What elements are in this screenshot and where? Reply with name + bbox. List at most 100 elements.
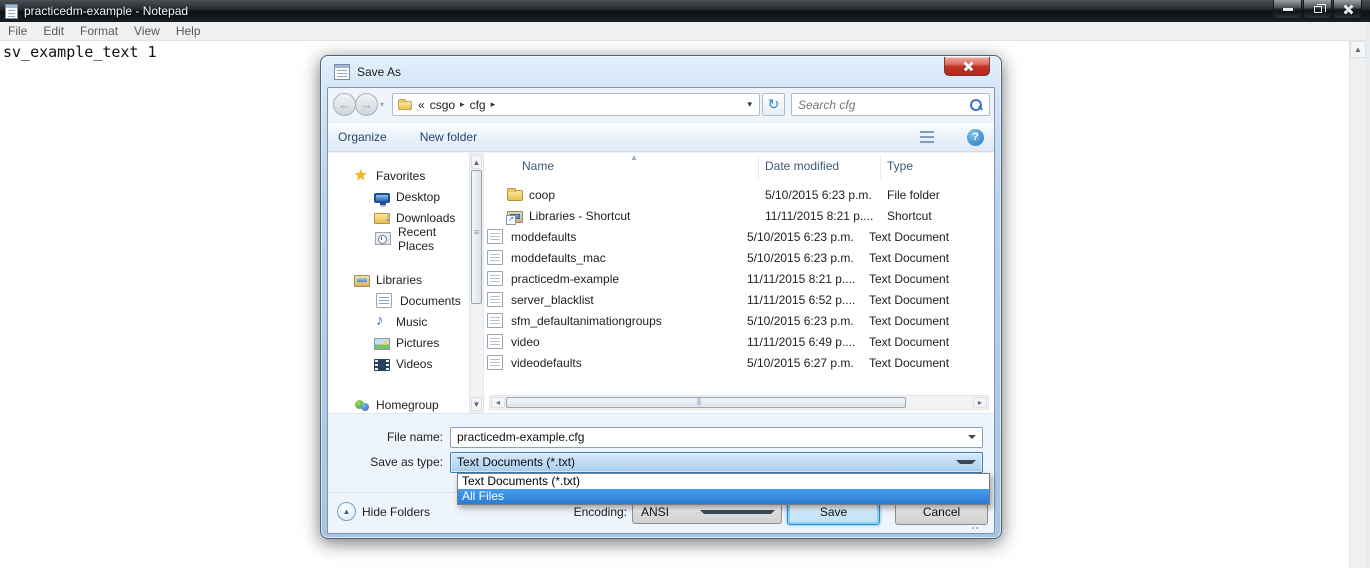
file-name: practicedm-example [511, 271, 620, 286]
search-box[interactable] [791, 93, 990, 116]
forward-button[interactable]: → [355, 93, 378, 116]
file-date: 5/10/2015 6:27 p.m. [747, 355, 854, 370]
file-date: 11/11/2015 8:21 p.... [747, 271, 856, 286]
notepad-vertical-scrollbar[interactable]: ▲ [1349, 41, 1366, 568]
breadcrumb-prefix[interactable]: « [418, 98, 425, 112]
sidebar-item[interactable]: Videos [328, 353, 468, 374]
file-date: 11/11/2015 8:21 p.... [765, 208, 874, 223]
scroll-down-icon[interactable]: ▼ [471, 397, 482, 411]
sidebar-item[interactable]: Desktop [328, 186, 468, 207]
search-input[interactable] [792, 97, 969, 112]
text-icon [487, 334, 503, 349]
notepad-menubar: File Edit Format View Help [0, 22, 1370, 41]
sidebar-item[interactable]: Documents [328, 290, 468, 311]
scroll-up-icon[interactable]: ▲ [471, 155, 482, 169]
table-row[interactable]: server_blacklist 11/11/2015 6:52 p.... T… [485, 289, 992, 310]
scroll-up-icon[interactable]: ▲ [1350, 41, 1366, 58]
menu-item[interactable]: File [0, 22, 35, 40]
minimize-button[interactable] [1273, 0, 1302, 19]
folder-icon [398, 99, 412, 111]
menu-item[interactable]: Format [72, 22, 126, 40]
refresh-button[interactable]: ↻ [762, 93, 785, 116]
pictures-icon [374, 337, 390, 350]
table-row[interactable]: sfm_defaultanimationgroups 5/10/2015 6:2… [485, 310, 992, 331]
table-row[interactable]: videodefaults 5/10/2015 6:27 p.m. Text D… [485, 352, 992, 373]
file-list: Name ▲ Date modified Type coop 5/10/2015… [485, 153, 992, 413]
table-row[interactable]: coop 5/10/2015 6:23 p.m. File folder [485, 184, 992, 205]
text-icon [487, 313, 503, 328]
file-name-input[interactable] [451, 430, 968, 444]
address-dropdown-icon[interactable]: ▾ [747, 99, 755, 110]
sidebar-item[interactable]: Pictures [328, 332, 468, 353]
file-name-combobox[interactable] [450, 426, 983, 448]
breadcrumb-item-csgo[interactable]: csgo [430, 98, 455, 112]
notepad-titlebar: practicedm-example - Notepad [0, 0, 1370, 22]
horizontal-scrollbar[interactable]: ◂ ▸ [489, 395, 989, 410]
chevron-down-icon[interactable] [968, 435, 976, 439]
scrollbar-thumb[interactable] [506, 397, 906, 408]
help-button[interactable]: ? [967, 128, 984, 146]
chevron-down-icon[interactable] [956, 460, 976, 464]
table-row[interactable]: moddefaults 5/10/2015 6:23 p.m. Text Doc… [485, 226, 992, 247]
documents-icon [376, 293, 392, 308]
menu-item[interactable]: View [126, 22, 168, 40]
restore-button[interactable] [1303, 0, 1332, 19]
table-row[interactable]: video 11/11/2015 6:49 p.... Text Documen… [485, 331, 992, 352]
table-row[interactable]: practicedm-example 11/11/2015 8:21 p....… [485, 268, 992, 289]
table-row[interactable]: moddefaults_mac 5/10/2015 6:23 p.m. Text… [485, 247, 992, 268]
scrollbar-thumb[interactable] [471, 170, 482, 304]
sidebar-item-label: Recent Places [398, 224, 437, 253]
dialog-close-button[interactable] [944, 57, 990, 76]
file-name: moddefaults_mac [511, 250, 606, 265]
back-button[interactable]: ← [333, 93, 356, 116]
column-header-date-modified[interactable]: Date modified [759, 155, 881, 179]
sidebar-item-label: Libraries [376, 272, 423, 287]
column-header-type[interactable]: Type [881, 155, 981, 179]
window-border [1366, 22, 1370, 568]
hide-folders-button[interactable]: ▲ Hide Folders [337, 502, 430, 521]
close-button[interactable] [1333, 0, 1362, 19]
encoding-label: Encoding: [573, 505, 627, 519]
organize-button[interactable]: Organize [328, 126, 410, 148]
breadcrumb-item-cfg[interactable]: cfg [470, 98, 486, 112]
views-icon [920, 131, 934, 143]
notepad-window-title: practicedm-example - Notepad [24, 4, 189, 18]
column-header-name[interactable]: Name ▲ [485, 153, 759, 179]
sidebar-scrollbar[interactable]: ▲ ▼ [469, 153, 484, 413]
sidebar-item[interactable]: Favorites [328, 165, 468, 186]
file-name: server_blacklist [511, 292, 594, 307]
dropdown-option[interactable]: Text Documents (*.txt) [458, 474, 989, 489]
scroll-right-icon[interactable]: ▸ [973, 397, 987, 408]
history-dropdown-icon[interactable]: ▾ [380, 100, 384, 109]
text-icon [487, 355, 503, 370]
folder-icon [507, 188, 523, 201]
sidebar-item[interactable]: Libraries [328, 269, 468, 290]
change-view-button[interactable] [910, 127, 957, 147]
chevron-right-icon[interactable]: ▸ [460, 99, 465, 110]
text-icon [487, 271, 503, 286]
minimize-icon [1282, 7, 1293, 11]
dialog-titlebar: Save As [334, 64, 401, 80]
scroll-left-icon[interactable]: ◂ [491, 397, 505, 408]
videos-icon [374, 358, 390, 371]
menu-item[interactable]: Help [168, 22, 209, 40]
chevron-right-icon[interactable]: ▸ [491, 99, 496, 110]
collapse-up-icon: ▲ [337, 502, 356, 521]
save-as-type-combobox[interactable]: Text Documents (*.txt) [450, 451, 983, 473]
new-folder-button[interactable]: New folder [410, 126, 487, 148]
table-row[interactable]: Libraries - Shortcut 11/11/2015 8:21 p..… [485, 205, 992, 226]
organize-label: Organize [338, 130, 387, 144]
sidebar-item[interactable]: Recent Places [328, 225, 468, 253]
dropdown-option[interactable]: All Files [458, 489, 989, 504]
sidebar-item[interactable]: Homegroup [328, 394, 468, 413]
close-icon [1342, 4, 1353, 15]
file-type: Text Document [869, 250, 950, 265]
sidebar-item[interactable]: Music [328, 311, 468, 332]
search-icon [969, 98, 983, 112]
shortcut-icon [506, 210, 523, 225]
breadcrumb[interactable]: « csgo ▸ cfg ▸ ▾ [392, 93, 760, 116]
menu-item[interactable]: Edit [35, 22, 72, 40]
music-icon [374, 312, 390, 330]
sidebar-item-label: Music [396, 314, 428, 329]
resize-grip[interactable] [971, 520, 980, 529]
